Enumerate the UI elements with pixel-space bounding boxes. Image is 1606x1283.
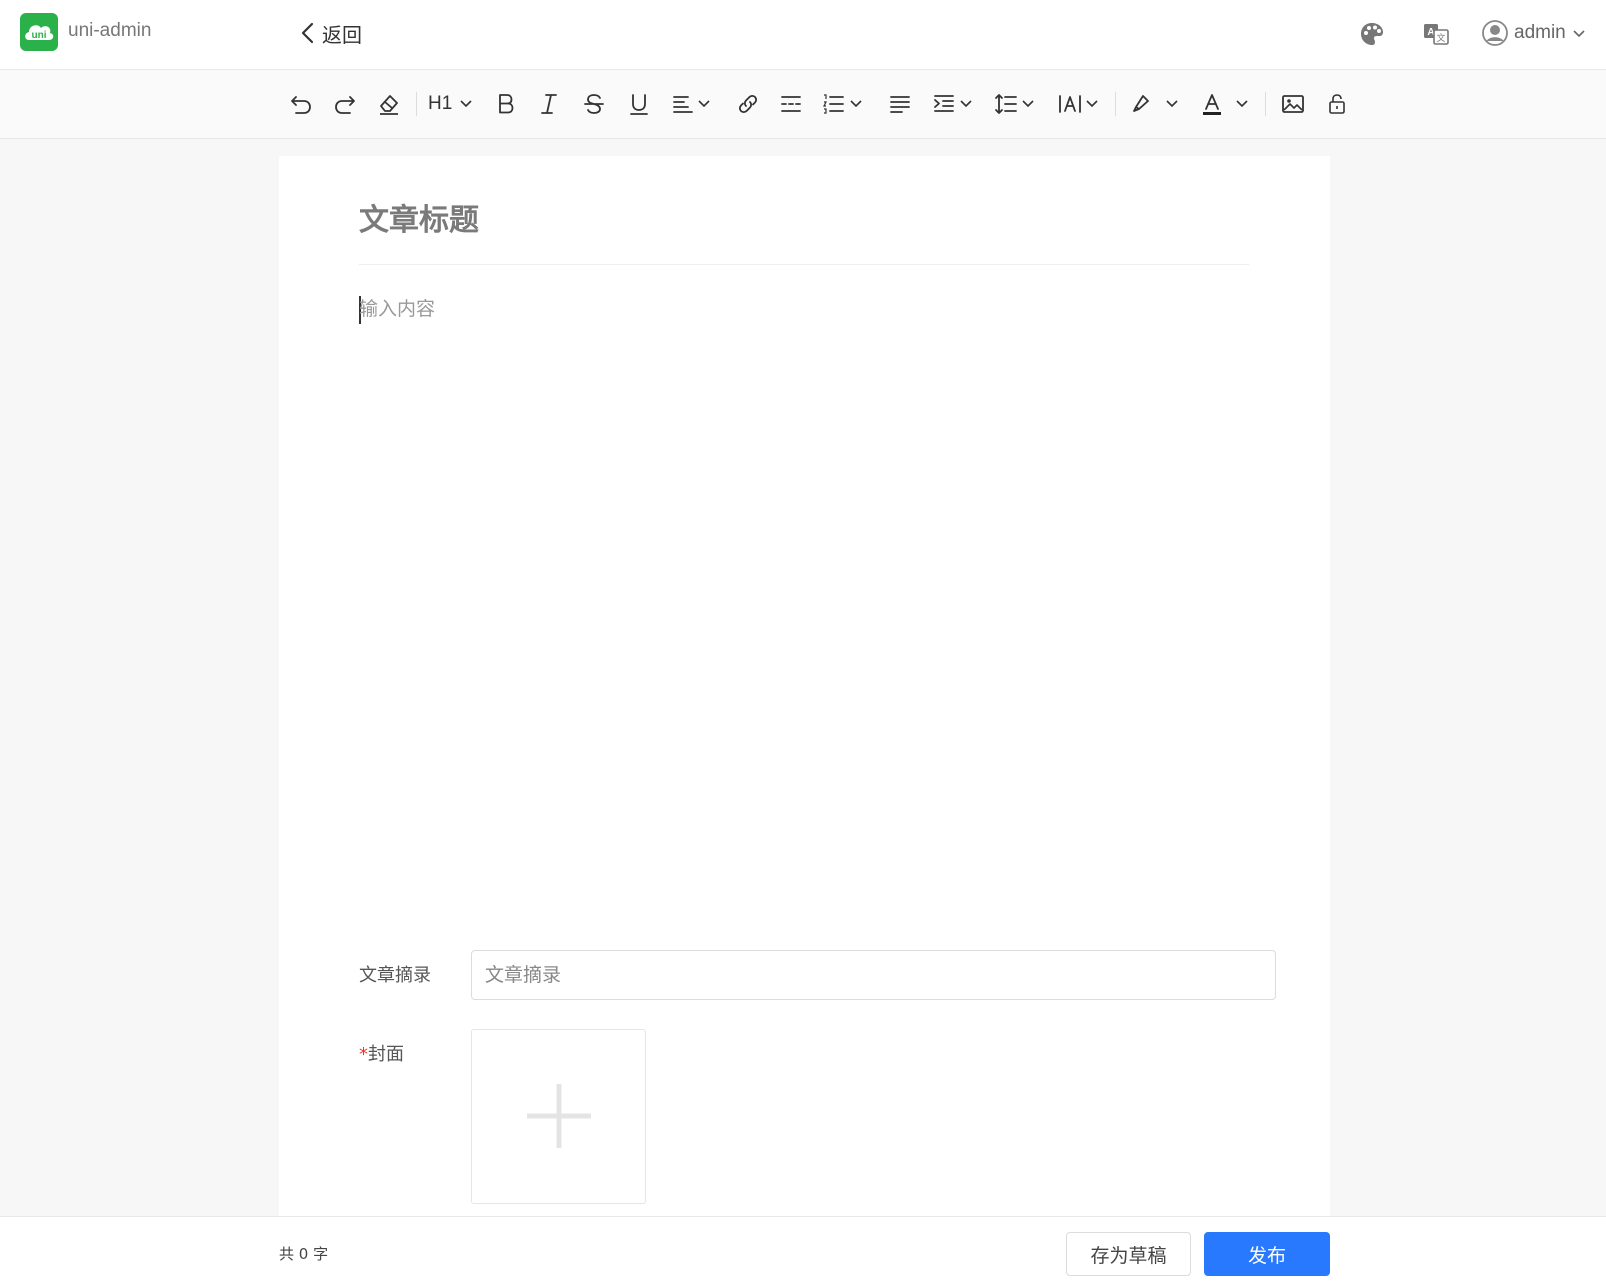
clear-format-button[interactable]: [376, 87, 402, 121]
app-name[interactable]: uni-admin: [68, 20, 151, 42]
strikethrough-button[interactable]: [582, 87, 606, 121]
user-menu[interactable]: admin: [1482, 18, 1586, 48]
editor-footer: 共 0 字 存为草稿 发布: [0, 1216, 1606, 1283]
line-height-icon: [995, 94, 1017, 114]
chevron-down-icon: [1166, 100, 1178, 108]
app-logo[interactable]: uni: [20, 13, 58, 51]
heading-label: H1: [428, 93, 453, 114]
back-button[interactable]: 返回: [300, 18, 362, 48]
link-icon: [738, 94, 758, 114]
link-button[interactable]: [735, 87, 761, 121]
font-color-dropdown[interactable]: [1200, 87, 1250, 121]
back-label: 返回: [322, 22, 362, 47]
palette-icon[interactable]: [1358, 20, 1386, 48]
italic-button[interactable]: [537, 87, 561, 121]
required-mark: *: [359, 1044, 368, 1065]
editor-toolbar: H1: [0, 70, 1606, 139]
horizontal-rule-icon: [781, 96, 801, 112]
eraser-icon: [380, 95, 398, 115]
align-dropdown[interactable]: [672, 87, 712, 121]
chevron-down-icon: [698, 100, 710, 108]
cover-upload[interactable]: [471, 1029, 646, 1204]
translate-icon[interactable]: A 文: [1422, 20, 1450, 48]
letter-spacing-icon: [1059, 95, 1081, 113]
summary-label: 文章摘录: [359, 965, 431, 986]
chevron-down-icon: [1086, 100, 1098, 108]
save-draft-button[interactable]: 存为草稿: [1066, 1232, 1191, 1276]
underline-icon: [630, 94, 648, 115]
toolbar-divider: [416, 92, 417, 116]
bold-icon: [499, 94, 514, 114]
toolbar-divider: [1265, 92, 1266, 116]
highlight-dropdown[interactable]: [1130, 87, 1180, 121]
letter-spacing-dropdown[interactable]: [1058, 87, 1100, 121]
word-count: 共 0 字: [279, 1245, 329, 1263]
publish-button[interactable]: 发布: [1204, 1232, 1330, 1276]
editor-card: 输入内容 文章摘录 *封面: [279, 156, 1330, 1216]
heading-dropdown[interactable]: H1: [428, 87, 474, 121]
content-placeholder: 输入内容: [359, 298, 436, 320]
indent-dropdown[interactable]: [932, 87, 974, 121]
redo-button[interactable]: [332, 87, 358, 121]
undo-icon: [291, 96, 311, 114]
align-left-icon: [673, 96, 693, 113]
highlighter-icon: [1133, 95, 1149, 112]
line-height-dropdown[interactable]: [994, 87, 1036, 121]
strikethrough-icon: [584, 94, 604, 114]
cover-label-text: 封面: [368, 1044, 404, 1065]
unlock-icon: [1329, 94, 1345, 114]
justify-button[interactable]: [888, 87, 912, 121]
ordered-list-icon: [823, 94, 844, 114]
chevron-down-icon: [850, 100, 862, 108]
divider-button[interactable]: [779, 87, 803, 121]
cloud-logo-icon: uni: [25, 25, 54, 41]
lock-button[interactable]: [1326, 87, 1348, 121]
italic-icon: [541, 94, 557, 114]
user-name: admin: [1514, 22, 1566, 43]
image-icon: [1282, 95, 1304, 113]
align-justify-icon: [890, 96, 910, 113]
top-header: uni uni-admin 返回 A 文 admin: [0, 0, 1606, 70]
logo-text: uni: [32, 30, 47, 41]
plus-icon: [527, 1084, 591, 1148]
bold-button[interactable]: [493, 87, 517, 121]
user-avatar-icon: [1482, 20, 1508, 46]
chevron-down-icon: [960, 100, 972, 108]
underline-button[interactable]: [627, 87, 651, 121]
toolbar-divider: [1115, 92, 1116, 116]
cover-label: *封面: [359, 1040, 404, 1066]
summary-input[interactable]: [471, 950, 1276, 1000]
redo-icon: [335, 96, 355, 114]
chevron-down-icon: [1236, 100, 1248, 108]
chevron-down-icon: [1573, 30, 1585, 38]
article-title-input[interactable]: [359, 194, 1249, 246]
chevron-down-icon: [1022, 100, 1034, 108]
font-color-icon: [1203, 94, 1221, 115]
title-divider: [359, 264, 1249, 265]
list-dropdown[interactable]: [822, 87, 864, 121]
content-editor[interactable]: 输入内容: [359, 294, 1249, 894]
chevron-down-icon: [460, 100, 472, 108]
chevron-left-icon: [301, 22, 314, 44]
svg-text:文: 文: [1436, 32, 1445, 44]
undo-button[interactable]: [288, 87, 314, 121]
insert-image-button[interactable]: [1280, 87, 1306, 121]
indent-icon: [934, 95, 954, 112]
